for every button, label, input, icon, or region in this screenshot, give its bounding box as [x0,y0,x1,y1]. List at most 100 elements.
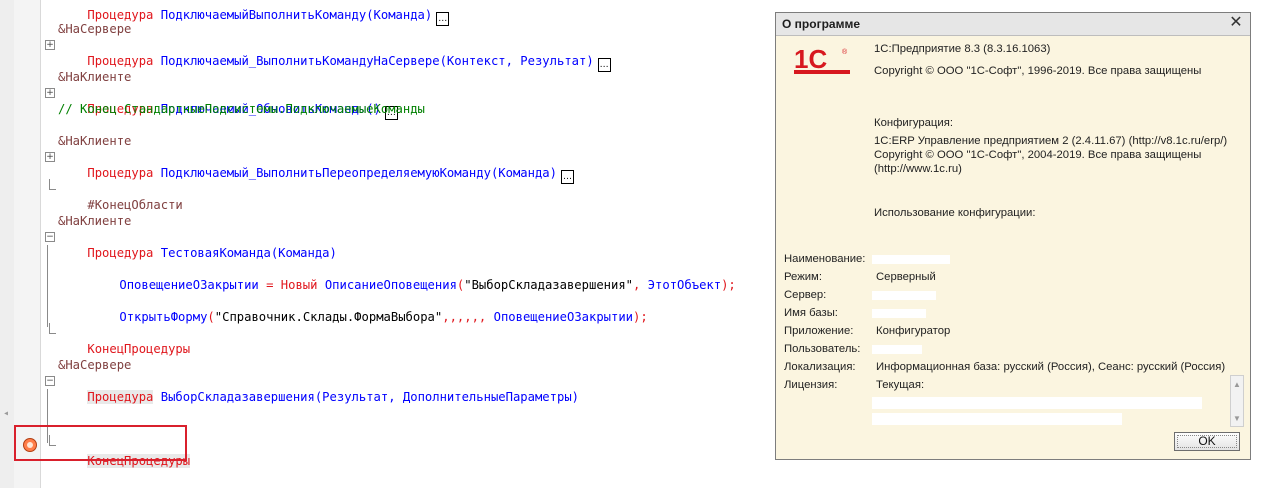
platform-version: 1С:Предприятие 8.3 (8.3.16.1063) [874,43,1051,55]
scroll-down-icon[interactable]: ▼ [1231,412,1243,426]
ok-button-label: OK [1198,434,1216,448]
license-scrollbar[interactable]: ▲ ▼ [1230,375,1244,427]
dialog-title: О программе [782,17,861,31]
redacted-value [872,255,950,264]
code-line: ОповещениеОЗакрытии = Новый ОписаниеОпов… [90,261,735,292]
field-label-user: Пользователь: [784,343,861,355]
code-line: + Процедура Подключаемый_ВыполнитьКоманду… [45,37,611,72]
variable-name: ОповещениеОЗакрытии [119,278,259,292]
compile-directive: &НаСервере [58,22,132,36]
variable-name: ОповещениеОЗакрытии [486,310,634,324]
procedure-name: Подключаемый_ВыполнитьКомандуНаСервере [160,54,440,68]
region-end: #КонецОбласти [87,198,183,212]
procedure-params: (Контекст, Результат) [439,54,594,68]
fold-end-marker [49,179,56,190]
platform-copyright: Copyright © ООО "1С-Софт", 1996-2019. Вс… [874,65,1202,77]
paren: ( [207,310,215,324]
operator: = [258,278,281,292]
field-label-license: Лицензия: [784,379,838,391]
compile-directive: &НаКлиенте [58,134,132,148]
redacted-value [872,309,926,318]
collapsed-block-button[interactable]: … [560,170,574,184]
redacted-value [872,397,1202,409]
keyword-procedure: Процедура [87,166,154,180]
paren-close: ); [633,310,648,324]
procedure-params: (Команда) [270,246,337,260]
variable-name: ЭтотОбъект [647,278,722,292]
close-icon[interactable]: ✕ [1228,14,1244,32]
field-value-license: Текущая: [876,379,925,391]
function-name: ОткрытьФорму [119,310,208,324]
commas: ,,,,,, [442,310,487,324]
config-name: 1С:ERP Управление предприятием 2 (2.4.11… [874,135,1228,147]
field-label-localization: Локализация: [784,361,856,373]
keyword-procedure: Процедура [87,246,154,260]
config-url: (http://www.1c.ru) [874,163,962,175]
code-line: #КонецОбласти [49,179,183,212]
usage-heading: Использование конфигурации: [874,207,1036,219]
svg-text:1С: 1С [794,44,827,74]
field-label-name: Наименование: [784,253,866,265]
scroll-up-icon[interactable]: ▲ [1231,378,1243,392]
string-literal: "ВыборСкладазавершения" [464,278,634,292]
field-value-application: Конфигуратор [876,325,951,337]
code-line: + Процедура Подключаемый_ОбновитьКоманды(… [45,85,398,120]
string-literal: "Справочник.Склады.ФормаВыбора" [214,310,443,324]
code-line: Процедура ПодключаемыйВыполнитьКоманду(К… [58,0,450,26]
paren-close: ); [721,278,736,292]
keyword-new: Новый [280,278,318,292]
code-line: &НаСервере [58,21,131,37]
compile-directive: &НаСервере [58,358,132,372]
procedure-params: (Команда) [490,166,557,180]
code-line: &НаКлиенте [58,133,131,149]
keyword-procedure: Процедура [87,390,154,404]
fold-guide [47,245,48,327]
collapsed-block-button[interactable]: … [597,58,611,72]
code-line: &НаСервере [58,357,131,373]
config-copyright: Copyright © ООО "1С-Софт", 2004-2019. Вс… [874,149,1202,161]
field-label-application: Приложение: [784,325,854,337]
collapsed-block-button[interactable]: … [436,12,450,26]
procedure-name: ТестоваяКоманда [160,246,271,260]
fold-expand-icon[interactable]: + [45,88,55,98]
redacted-value [872,413,1122,425]
svg-text:®: ® [842,48,848,56]
field-label-mode: Режим: [784,271,822,283]
field-label-server: Сервер: [784,289,827,301]
keyword-end-procedure: КонецПроцедуры [87,342,191,356]
keyword-procedure: Процедура [87,8,154,22]
code-line: КонецПроцедуры [49,323,190,356]
fold-expand-icon[interactable]: + [45,152,55,162]
editor-fold-gutter [14,0,41,488]
fold-collapse-icon[interactable]: − [45,376,55,386]
code-line: &НаКлиенте [58,213,131,229]
fold-end-marker [49,323,56,334]
1c-logo-icon: 1С ® [794,44,850,74]
field-label-database: Имя базы: [784,307,838,319]
redacted-value [872,345,922,354]
code-line: − Процедура ТестоваяКоманда(Команда) [45,229,337,260]
code-line: + Процедура Подключаемый_ВыполнитьПереопр… [45,149,574,184]
config-heading: Конфигурация: [874,117,953,129]
comma: , [633,278,648,292]
fold-collapse-icon[interactable]: − [45,232,55,242]
procedure-name: Подключаемый_ВыполнитьПереопределяемуюКо… [160,166,491,180]
highlight-frame [14,425,187,461]
code-line: // Конец СтандартныеПодсистемы.Подключае… [58,101,425,117]
field-value-mode: Серверный [876,271,936,283]
code-comment: // Конец СтандартныеПодсистемы.Подключае… [58,102,425,116]
breakpoint-arrow-icon[interactable] [23,438,37,452]
field-value-localization: Информационная база: русский (Россия), С… [876,361,1226,373]
compile-directive: &НаКлиенте [58,214,132,228]
procedure-params: (Результат, ДополнительныеПараметры) [314,390,579,404]
redacted-value [872,291,936,300]
procedure-name: ВыборСкладазавершения [160,390,315,404]
keyword-procedure: Процедура [87,54,154,68]
ok-button[interactable]: OK [1174,432,1240,451]
procedure-name: ПодключаемыйВыполнитьКоманду(Команда) [160,8,433,22]
fold-expand-icon[interactable]: + [45,40,55,50]
dialog-titlebar: О программе ✕ [776,13,1250,36]
about-dialog: О программе ✕ 1С ® 1С:Предприятие 8.3 (8… [775,12,1251,460]
editor-left-margin: ◂ [0,0,15,488]
